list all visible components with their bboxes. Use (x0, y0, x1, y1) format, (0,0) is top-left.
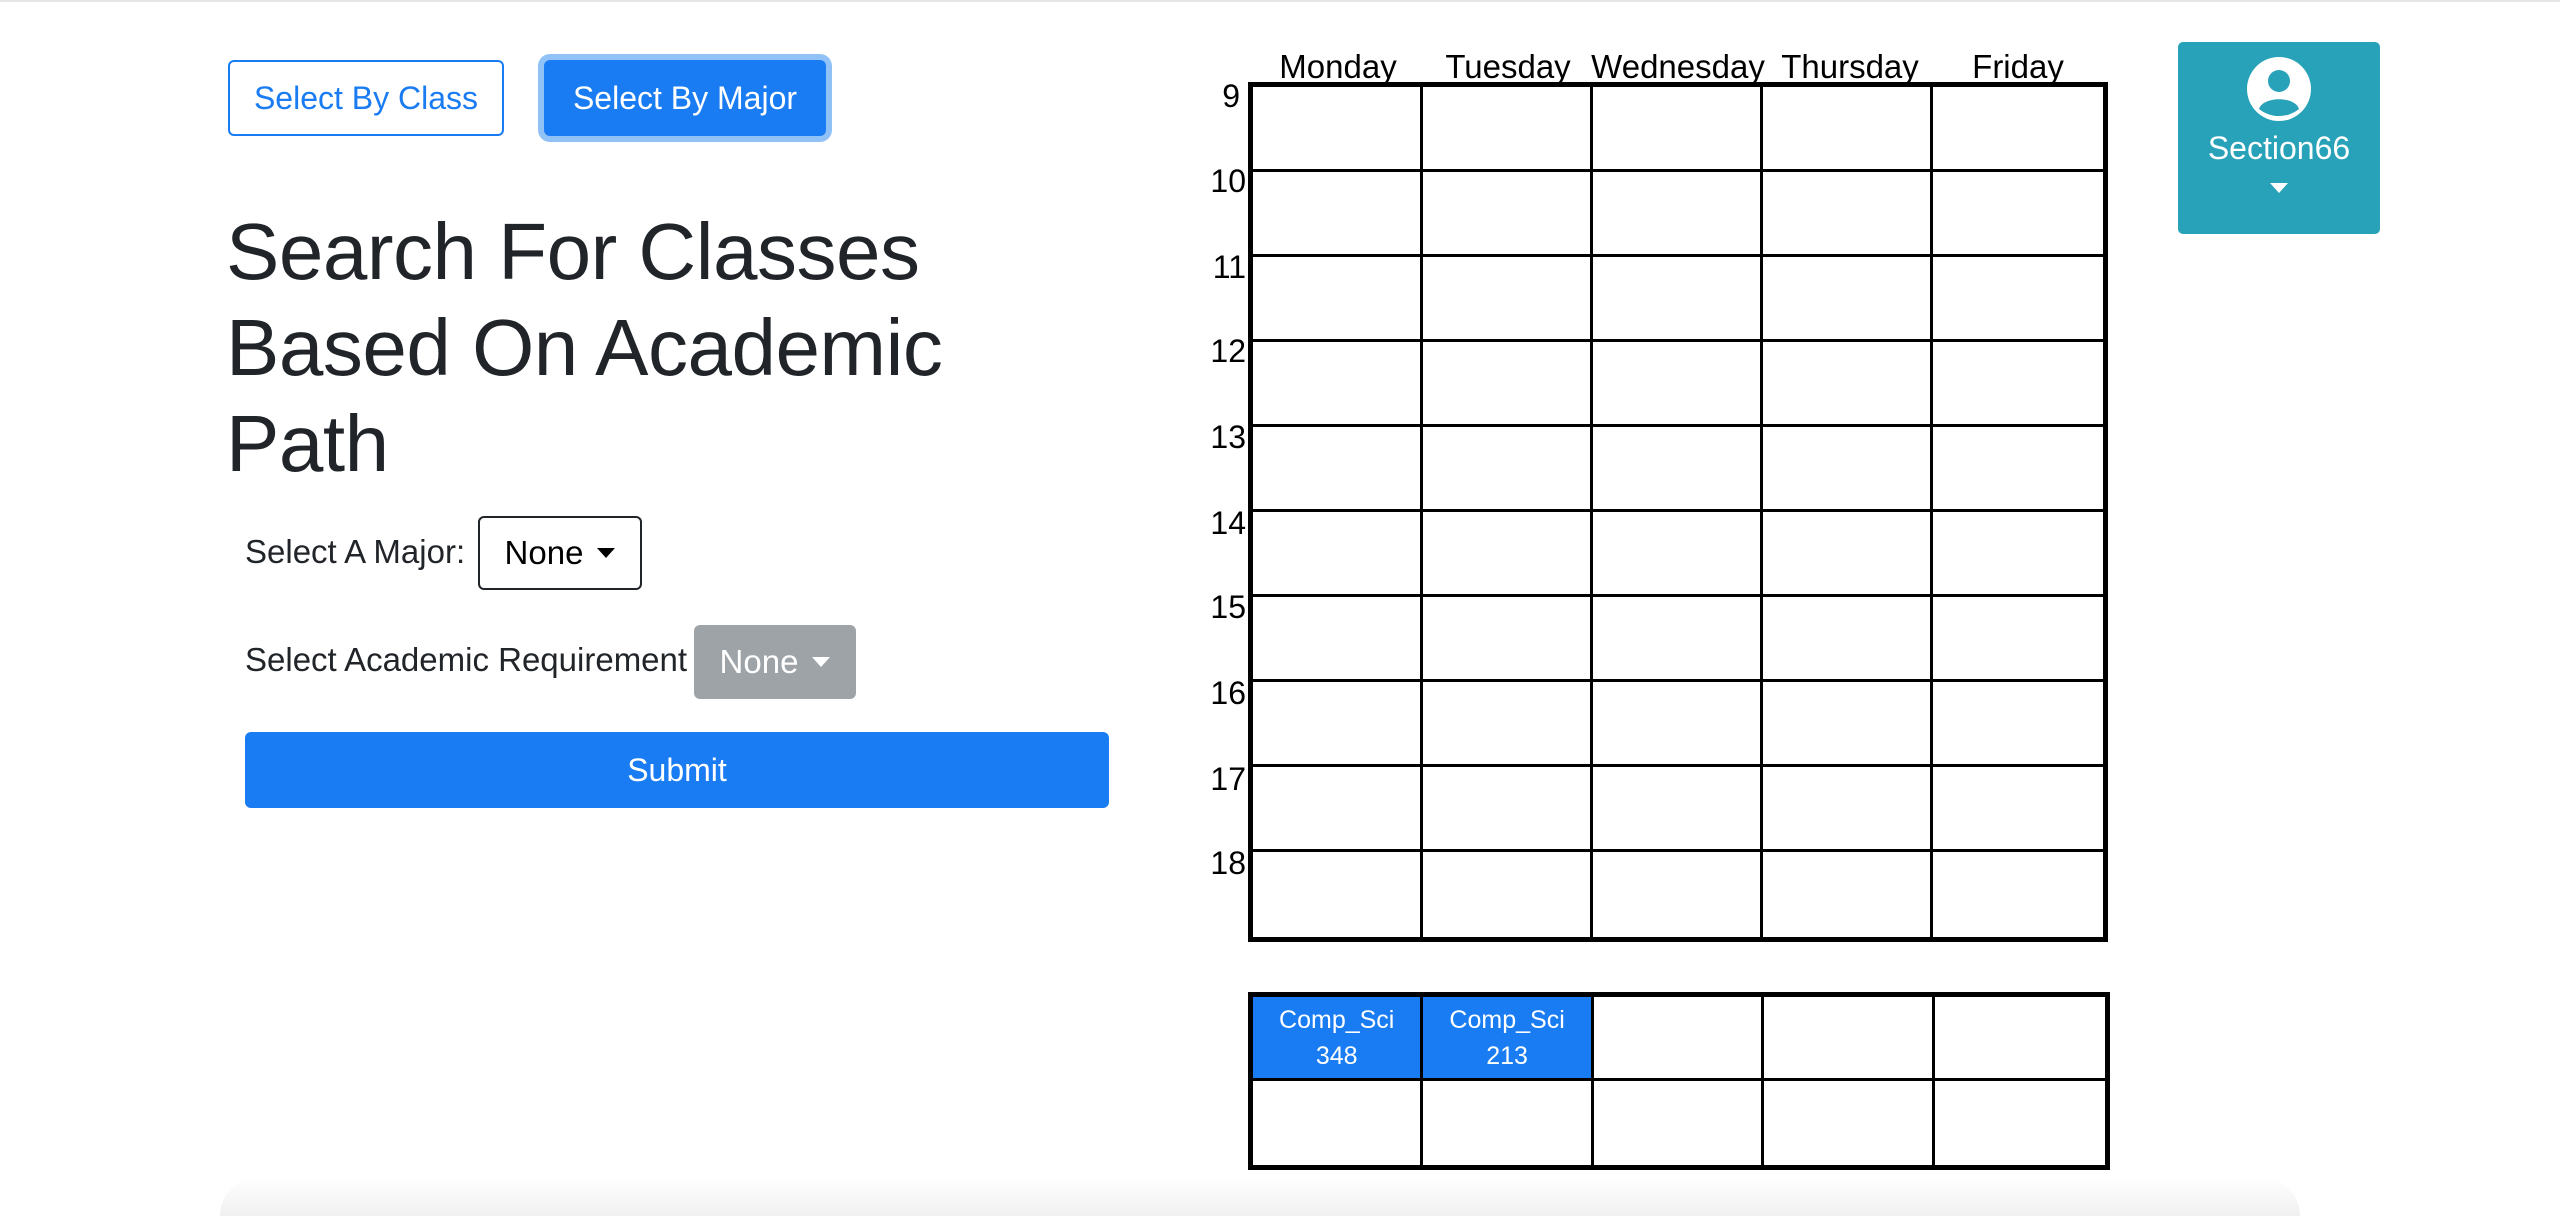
course-block[interactable]: Comp_Sci 213 (1423, 997, 1594, 1081)
schedule-cell[interactable] (1423, 257, 1593, 342)
select-by-class-button[interactable]: Select By Class (228, 60, 504, 136)
schedule-cell[interactable] (1763, 87, 1933, 172)
course-name: Comp_Sci (1279, 1005, 1395, 1034)
schedule-cell[interactable] (1253, 512, 1423, 597)
empty-course-slot (1253, 1081, 1424, 1165)
schedule-cell[interactable] (1253, 87, 1423, 172)
schedule-cell[interactable] (1423, 682, 1593, 767)
schedule-cell[interactable] (1593, 172, 1763, 257)
hour-label: 10 (1210, 163, 1246, 199)
empty-course-slot (1423, 1081, 1594, 1165)
schedule-cell[interactable] (1593, 342, 1763, 427)
day-header-tuesday: Tuesday (1445, 48, 1571, 85)
hour-label: 12 (1210, 333, 1246, 369)
schedule-cell[interactable] (1933, 767, 2103, 852)
select-by-major-button[interactable]: Select By Major (544, 60, 826, 136)
day-header-wednesday: Wednesday (1591, 48, 1765, 85)
schedule-cell[interactable] (1423, 852, 1593, 937)
schedule-cell[interactable] (1423, 597, 1593, 682)
schedule-cell[interactable] (1423, 427, 1593, 512)
schedule-cell[interactable] (1423, 342, 1593, 427)
schedule-cell[interactable] (1253, 172, 1423, 257)
caret-down-icon (597, 548, 616, 558)
schedule-cell[interactable] (1763, 597, 1933, 682)
course-block[interactable]: Comp_Sci 348 (1253, 997, 1424, 1081)
schedule-cell[interactable] (1933, 87, 2103, 172)
schedule-cell[interactable] (1423, 512, 1593, 597)
schedule-cell[interactable] (1253, 682, 1423, 767)
schedule-cell[interactable] (1593, 257, 1763, 342)
user-menu-button[interactable]: Section66 (2178, 42, 2380, 234)
schedule-cell[interactable] (1253, 852, 1423, 937)
schedule-cell[interactable] (1763, 427, 1933, 512)
schedule-cell[interactable] (1593, 597, 1763, 682)
schedule-cell[interactable] (1593, 852, 1763, 937)
schedule-cell[interactable] (1933, 682, 2103, 767)
major-dropdown-value: None (504, 534, 584, 571)
course-number: 348 (1315, 1041, 1358, 1070)
schedule-cell[interactable] (1933, 597, 2103, 682)
schedule-cell[interactable] (1593, 682, 1763, 767)
submit-button[interactable]: Submit (245, 732, 1109, 808)
schedule-cell[interactable] (1763, 257, 1933, 342)
selected-courses-grid: Comp_Sci 348 Comp_Sci 213 (1248, 992, 2110, 1170)
schedule-cell[interactable] (1423, 172, 1593, 257)
day-header-thursday: Thursday (1781, 48, 1919, 85)
requirement-dropdown[interactable]: None (694, 625, 856, 699)
schedule-cell[interactable] (1253, 597, 1423, 682)
hour-label: 9 (1222, 78, 1240, 114)
hour-label: 18 (1210, 845, 1246, 881)
schedule-cell[interactable] (1933, 852, 2103, 937)
empty-course-slot (1764, 1081, 1935, 1165)
requirement-dropdown-value: None (719, 643, 799, 680)
hour-label: 16 (1210, 675, 1246, 711)
hour-label: 17 (1210, 761, 1246, 797)
hour-label: 11 (1212, 249, 1246, 285)
schedule-cell[interactable] (1253, 342, 1423, 427)
schedule-cell[interactable] (1933, 342, 2103, 427)
schedule-cell[interactable] (1253, 427, 1423, 512)
schedule-cell[interactable] (1933, 172, 2103, 257)
empty-course-slot (1594, 1081, 1765, 1165)
page-title: Search For Classes Based On Academic Pat… (226, 207, 943, 488)
schedule-cell[interactable] (1933, 257, 2103, 342)
schedule-cell[interactable] (1933, 512, 2103, 597)
schedule-cell[interactable] (1763, 172, 1933, 257)
day-header-monday: Monday (1279, 48, 1397, 85)
empty-course-slot (1764, 997, 1935, 1081)
course-name: Comp_Sci (1449, 1005, 1565, 1034)
schedule-cell[interactable] (1423, 87, 1593, 172)
schedule-cell[interactable] (1763, 682, 1933, 767)
schedule-cell[interactable] (1253, 767, 1423, 852)
schedule-grid (1248, 82, 2108, 942)
top-border (0, 0, 2560, 2)
course-number: 213 (1486, 1041, 1528, 1070)
username: Section66 (2207, 130, 2351, 166)
user-avatar-icon (2247, 57, 2311, 121)
bottom-shadow (220, 1176, 2300, 1216)
schedule-cell[interactable] (1763, 767, 1933, 852)
schedule-cell[interactable] (1423, 767, 1593, 852)
hour-label: 15 (1210, 589, 1246, 625)
schedule-cell[interactable] (1593, 512, 1763, 597)
caret-down-icon (812, 657, 831, 667)
schedule-cell[interactable] (1593, 87, 1763, 172)
schedule-cell[interactable] (1933, 427, 2103, 512)
schedule-cell[interactable] (1593, 767, 1763, 852)
major-label: Select A Major: (245, 533, 466, 570)
schedule-cell[interactable] (1593, 427, 1763, 512)
schedule-cell[interactable] (1763, 852, 1933, 937)
hour-label: 14 (1210, 505, 1246, 541)
empty-course-slot (1593, 997, 1765, 1081)
day-header-friday: Friday (1972, 48, 2064, 85)
empty-course-slot (1934, 997, 2105, 1081)
schedule-cell[interactable] (1763, 512, 1933, 597)
hour-label: 13 (1210, 419, 1246, 455)
requirement-label: Select Academic Requirement (245, 641, 688, 678)
empty-course-slot (1935, 1081, 2105, 1165)
caret-down-icon (2270, 183, 2288, 193)
schedule-cell[interactable] (1253, 257, 1423, 342)
schedule-cell[interactable] (1763, 342, 1933, 427)
major-dropdown[interactable]: None (478, 516, 642, 590)
